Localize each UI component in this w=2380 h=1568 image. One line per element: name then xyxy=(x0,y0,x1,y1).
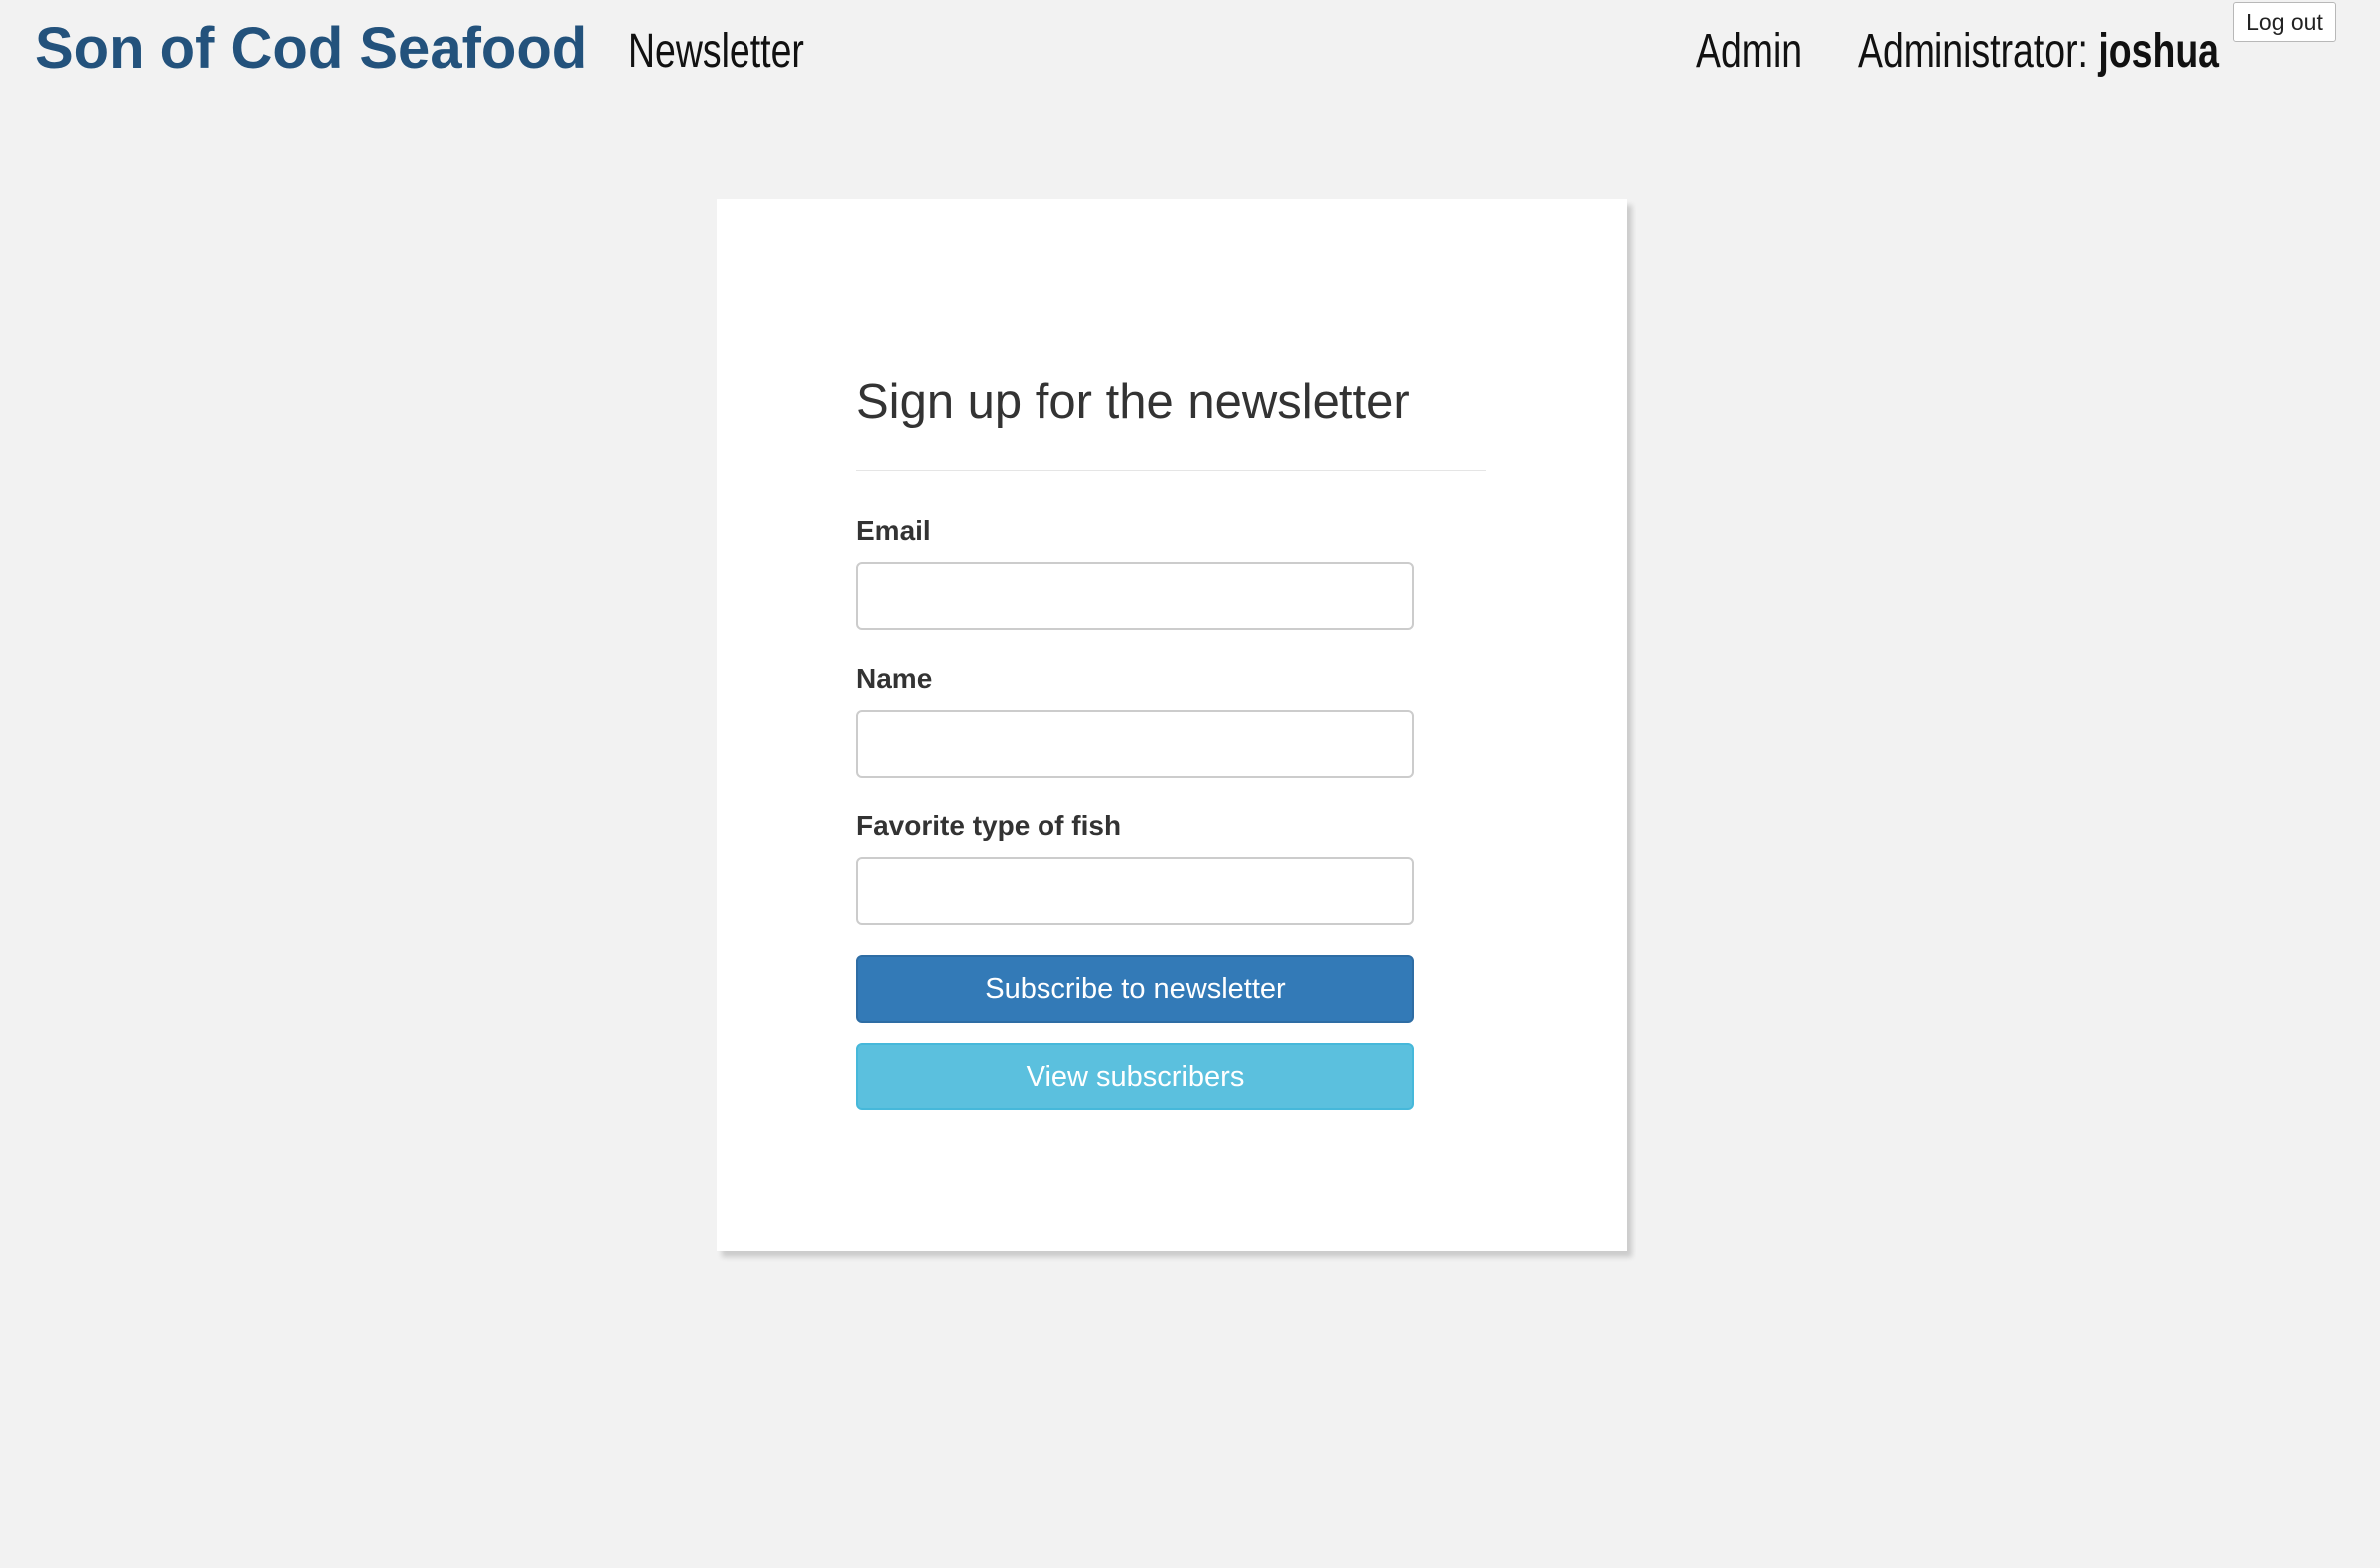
current-user-display: Administrator: joshua xyxy=(1858,20,2219,84)
username: joshua xyxy=(2098,25,2220,78)
form-title: Sign up for the newsletter xyxy=(856,375,1410,429)
newsletter-signup-card: Sign up for the newsletter Email Name Fa… xyxy=(717,199,1627,1251)
favorite-fish-input[interactable] xyxy=(856,857,1414,925)
favorite-fish-label: Favorite type of fish xyxy=(856,810,1122,841)
site-brand-link[interactable]: Son of Cod Seafood xyxy=(35,14,587,84)
subscribe-button[interactable]: Subscribe to newsletter xyxy=(856,955,1414,1023)
email-input[interactable] xyxy=(856,562,1414,630)
name-label: Name xyxy=(856,663,933,694)
nav-admin-link[interactable]: Admin xyxy=(1696,20,1802,84)
logout-button[interactable]: Log out xyxy=(2233,2,2336,42)
name-input[interactable] xyxy=(856,710,1414,778)
email-label: Email xyxy=(856,515,931,546)
title-divider xyxy=(856,470,1486,471)
view-subscribers-button[interactable]: View subscribers xyxy=(856,1043,1414,1110)
user-role-label: Administrator: xyxy=(1858,25,2099,78)
nav-newsletter-link[interactable]: Newsletter xyxy=(628,20,804,84)
